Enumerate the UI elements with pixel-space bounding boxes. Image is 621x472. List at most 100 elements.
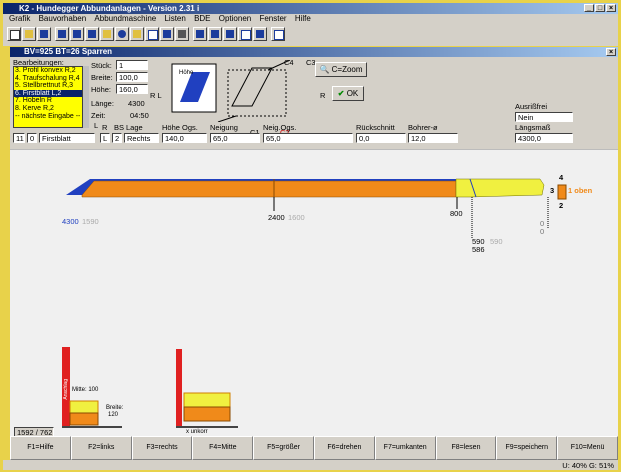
arrow-right-icon[interactable] [208, 27, 222, 41]
f1-help-button[interactable]: F1=Hilfe [10, 436, 71, 460]
machine-icon[interactable] [115, 27, 129, 41]
lage-field[interactable]: Rechts [124, 133, 159, 143]
open-icon[interactable] [22, 27, 36, 41]
f9-save-button[interactable]: F9=speichern [496, 436, 558, 460]
ok-button-label: OK [346, 89, 359, 98]
text-icon[interactable] [160, 27, 174, 41]
f4-center-button[interactable]: F4=Mitte [192, 436, 254, 460]
dim-mid: 2400 [268, 213, 285, 222]
window-icon[interactable] [253, 27, 267, 41]
zoom-button[interactable]: 🔍 C=Zoom [315, 62, 367, 77]
hoehe-ogs-field[interactable]: 140,0 [162, 133, 207, 143]
f2-left-button[interactable]: F2=links [70, 436, 132, 460]
f5-zoom-button[interactable]: F5=größer [253, 436, 314, 460]
bs-field[interactable]: L [100, 133, 110, 143]
maximize-button[interactable]: □ [595, 4, 605, 12]
new-icon[interactable] [7, 27, 21, 41]
ausrissfrei-label: Ausrißfrei [515, 102, 548, 111]
menu-grafik[interactable]: Grafik [9, 14, 30, 24]
list-icon[interactable] [85, 27, 99, 41]
lage-label: Lage [126, 123, 143, 132]
close-button[interactable]: × [606, 4, 616, 12]
menu-optionen[interactable]: Optionen [219, 14, 251, 24]
document-close-button[interactable]: × [606, 48, 616, 56]
dim-start-gray: 1590 [82, 217, 99, 226]
f3-right-button[interactable]: F3=rechts [131, 436, 193, 460]
stop-icon[interactable] [223, 27, 237, 41]
beam-drawing: ▾ [10, 142, 618, 428]
breite-canvas-value: 120 [108, 412, 119, 418]
f7-flip-button[interactable]: F7=umkanten [374, 436, 436, 460]
rl-label: R L [150, 91, 162, 100]
stueck-field[interactable]: 1 [116, 60, 148, 70]
anschlag-label: Anschlag [63, 379, 69, 400]
bearbeitungen-list[interactable]: 3. Profil konvex R,2 4. Traufschalung R,… [13, 66, 83, 128]
print-icon[interactable] [175, 27, 189, 41]
l-mark: L [94, 121, 99, 130]
typ-field[interactable]: 0 [27, 133, 37, 143]
menu-hilfe[interactable]: Hilfe [295, 14, 311, 24]
neig-ogs-field[interactable]: 65,0 [263, 133, 353, 143]
magnifier-icon: 🔍 [319, 65, 330, 74]
toolbar [3, 24, 618, 46]
sheet-icon[interactable] [145, 27, 159, 41]
list-item[interactable]: 8. Kerve R,2 [14, 105, 82, 113]
dim-zero-2: 0 [540, 227, 545, 236]
list-item[interactable]: 3. Profil konvex R,2 [14, 67, 82, 75]
grid-icon[interactable] [238, 27, 252, 41]
side-r-label[interactable]: R [320, 91, 325, 100]
side-bottom-label: 2 [559, 201, 564, 210]
beam-icon[interactable] [100, 27, 114, 41]
f8-read-button[interactable]: F8=lesen [435, 436, 497, 460]
beam-canvas[interactable]: ▾ 4300 1590 2400 1600 800 590 590 586 0 … [10, 142, 618, 437]
dim-800: 800 [450, 209, 463, 218]
dim-590-gray: 590 [490, 237, 503, 246]
ausrissfrei-field[interactable]: Nein [515, 112, 573, 122]
menu-bde[interactable]: BDE [194, 14, 210, 24]
nr-field[interactable]: 11 [13, 133, 25, 143]
lage-num-field[interactable]: 2 [112, 133, 122, 143]
zeit-label: Zeit: [91, 111, 106, 120]
anschlag-bar-2 [176, 349, 182, 427]
f10-menu-button[interactable]: F10=Menü [557, 436, 618, 460]
save-icon[interactable] [37, 27, 51, 41]
breite-field[interactable]: 100,0 [116, 72, 148, 82]
processing-panel: Bearbeitungen: 3. Profil konvex R,2 4. T… [10, 57, 618, 149]
laenge-value: 4300 [128, 99, 145, 108]
checkmark-icon: ✔ [337, 89, 345, 98]
section-left-base [69, 412, 99, 426]
rueckschnitt-field[interactable]: 0,0 [356, 133, 406, 143]
menu-fenster[interactable]: Fenster [259, 14, 286, 24]
arrow-left-icon[interactable] [193, 27, 207, 41]
hoehe-field[interactable]: 160,0 [116, 84, 148, 94]
app-title: K2 - Hundegger Abbundanlagen - Version 2… [19, 4, 200, 13]
f6-rotate-button[interactable]: F6=drehen [313, 436, 375, 460]
zoom-button-label: C=Zoom [331, 65, 363, 74]
menu-bauvorhaben[interactable]: Bauvorhaben [39, 14, 87, 24]
list-scrollbar[interactable] [83, 66, 89, 128]
neig-ogs-label: Neig.Ogs. [263, 123, 297, 132]
name-field[interactable]: Firstblatt [39, 133, 95, 143]
paste-icon[interactable] [70, 27, 84, 41]
list-item[interactable]: 5. Stellbrettnut R,3 [14, 82, 82, 90]
hoehe-label: Höhe: [91, 85, 112, 94]
list-item-selected[interactable]: 6. Firstblatt L,2 [14, 89, 82, 98]
laengsmass-field[interactable]: 4300,0 [515, 133, 573, 143]
copy-icon[interactable] [55, 27, 69, 41]
list-item[interactable]: -- nächste Eingabe -- [14, 113, 82, 121]
ok-button[interactable]: ✔ OK [332, 86, 364, 101]
folder-icon[interactable] [130, 27, 144, 41]
neigung-field[interactable]: 65,0 [210, 133, 260, 143]
bohrer-field[interactable]: 12,0 [408, 133, 458, 143]
menu-listen[interactable]: Listen [164, 14, 185, 24]
side-left-label: 3 [550, 186, 555, 195]
function-key-bar: F1=Hilfe F2=links F3=rechts F4=Mitte F5=… [10, 436, 618, 460]
side-c4-label[interactable]: C4 [284, 58, 294, 67]
help-icon[interactable] [271, 27, 285, 41]
minimize-button[interactable]: _ [584, 4, 594, 12]
dim-mid-gray: 1600 [288, 213, 305, 222]
beam-end [455, 178, 545, 198]
menu-abbundmaschine[interactable]: Abbundmaschine [94, 14, 156, 24]
list-item[interactable]: 4. Traufschalung R,4 [14, 75, 82, 83]
list-item[interactable]: 7. Hobeln R [14, 97, 82, 105]
